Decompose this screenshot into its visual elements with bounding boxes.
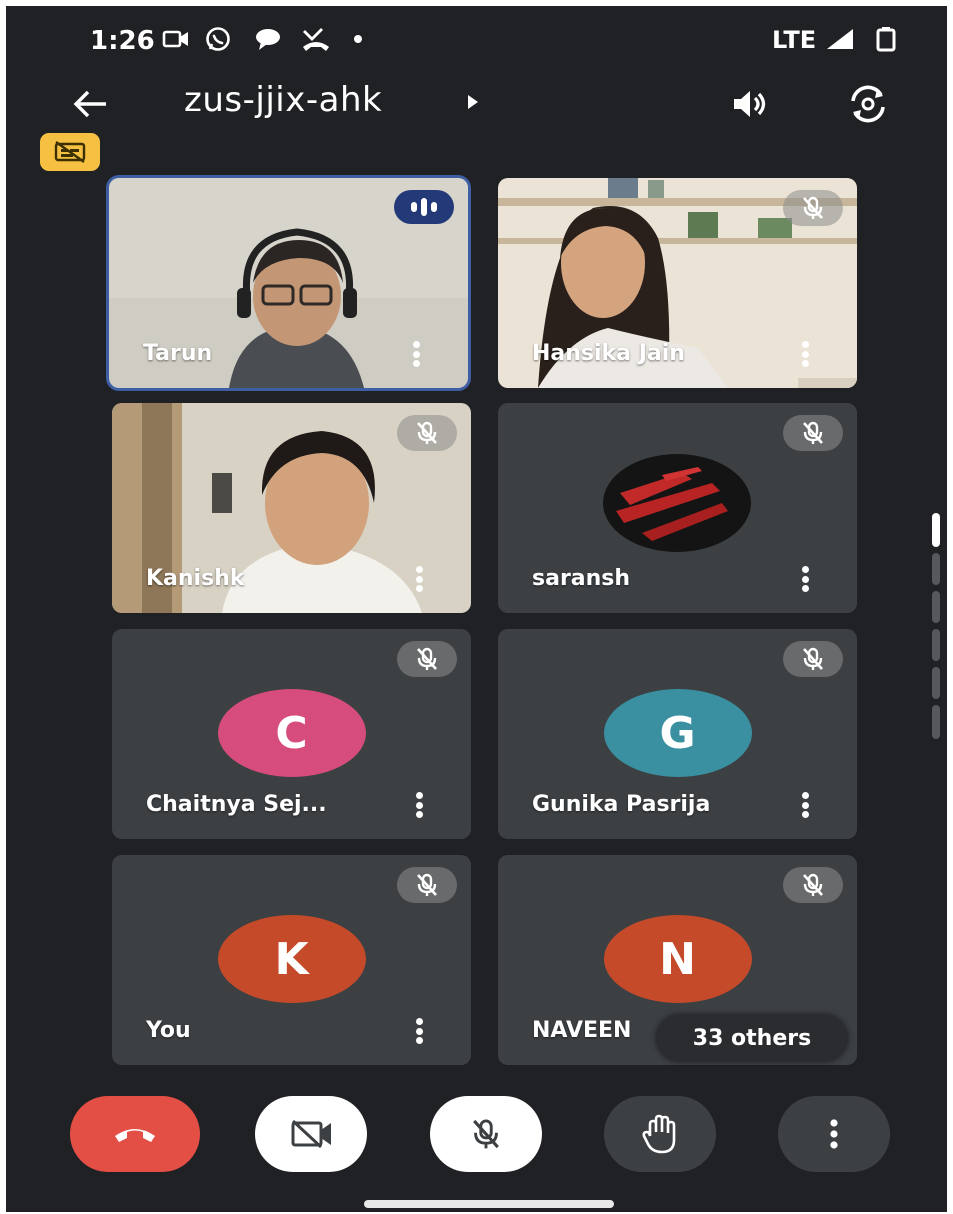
status-bar: 1:26 LTE <box>6 6 947 72</box>
meet-call-screen: 1:26 LTE zus-jjix-ahk Tarun Hansika Jain… <box>6 6 947 1212</box>
participant-options-icon[interactable] <box>797 789 813 821</box>
participant-tile-saransh[interactable]: saransh <box>498 403 857 613</box>
battery-icon <box>870 24 902 54</box>
muted-mic-icon <box>397 641 457 677</box>
status-time: 1:26 <box>90 26 155 56</box>
scroll-indicator-segment[interactable] <box>932 667 940 699</box>
speaker-icon[interactable] <box>724 80 776 128</box>
meeting-details-caret-icon[interactable] <box>468 95 478 109</box>
scroll-indicator-segment[interactable] <box>932 591 940 623</box>
participant-tile-gunika-pasrija[interactable]: G Gunika Pasrija <box>498 629 857 839</box>
participant-name: NAVEEN <box>532 1018 632 1043</box>
participant-tile-hansika-jain[interactable]: Hansika Jain <box>498 178 857 388</box>
mic-toggle-button[interactable] <box>430 1096 542 1172</box>
participant-options-icon[interactable] <box>797 563 813 595</box>
end-call-icon <box>115 1129 155 1142</box>
missed-call-icon <box>300 24 332 54</box>
meeting-code[interactable]: zus-jjix-ahk <box>184 80 382 120</box>
notification-dot-icon <box>342 24 374 54</box>
captions-off-badge[interactable] <box>40 133 100 171</box>
others-count-chip[interactable]: 33 others <box>656 1014 848 1062</box>
participant-avatar: N <box>603 915 752 1003</box>
participant-options-icon[interactable] <box>408 338 424 370</box>
muted-mic-icon <box>783 867 843 903</box>
muted-mic-icon <box>783 641 843 677</box>
signal-icon <box>824 24 856 54</box>
muted-mic-icon <box>783 415 843 451</box>
participant-name: Tarun <box>143 341 213 366</box>
participant-avatar-image <box>603 454 751 552</box>
camera-toggle-button[interactable] <box>255 1096 367 1172</box>
raise-hand-icon <box>642 1114 676 1154</box>
speaking-indicator-icon <box>394 190 454 224</box>
participant-name: saransh <box>532 566 631 591</box>
scroll-indicator-segment[interactable] <box>932 553 940 585</box>
end-call-button[interactable] <box>70 1096 200 1172</box>
participant-name: You <box>146 1018 191 1043</box>
chat-bubble-icon <box>252 24 284 54</box>
participant-avatar: C <box>217 689 366 777</box>
scroll-indicator-segment[interactable] <box>932 629 940 661</box>
muted-mic-icon <box>397 415 457 451</box>
participant-name: Gunika Pasrija <box>532 792 711 817</box>
muted-mic-icon <box>397 867 457 903</box>
whatsapp-icon <box>202 24 234 54</box>
mic-off-icon <box>473 1119 499 1149</box>
meeting-top-bar: zus-jjix-ahk <box>6 72 947 136</box>
network-type: LTE <box>772 26 817 54</box>
more-vertical-icon <box>830 1119 838 1149</box>
participant-options-icon[interactable] <box>797 338 813 370</box>
switch-camera-icon[interactable] <box>842 80 894 128</box>
muted-mic-icon <box>783 190 843 226</box>
video-call-icon <box>160 24 192 54</box>
participant-avatar: G <box>603 689 752 777</box>
participant-name: Hansika Jain <box>532 341 685 366</box>
home-gesture-bar[interactable] <box>364 1200 614 1208</box>
participant-tile-chaitnya[interactable]: C Chaitnya Sej... <box>112 629 471 839</box>
participant-avatar: K <box>217 915 366 1003</box>
participant-name: Kanishk <box>146 566 245 591</box>
participant-options-icon[interactable] <box>411 789 427 821</box>
participant-tile-kanishk[interactable]: Kanishk <box>112 403 471 613</box>
scroll-indicator-segment[interactable] <box>932 705 940 739</box>
back-arrow-icon[interactable] <box>66 82 114 126</box>
participant-tile-tarun[interactable]: Tarun <box>106 175 471 391</box>
participant-name: Chaitnya Sej... <box>146 792 327 817</box>
raise-hand-button[interactable] <box>604 1096 716 1172</box>
participant-options-icon[interactable] <box>411 1015 427 1047</box>
more-options-button[interactable] <box>778 1096 890 1172</box>
scroll-indicator-active[interactable] <box>932 513 940 547</box>
participant-options-icon[interactable] <box>411 563 427 595</box>
camera-off-icon <box>291 1119 331 1149</box>
participant-tile-you[interactable]: K You <box>112 855 471 1065</box>
